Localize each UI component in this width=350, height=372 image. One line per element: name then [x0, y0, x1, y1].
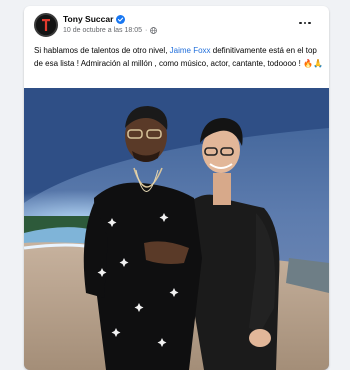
more-dot — [303, 21, 307, 25]
avatar-logo-icon — [36, 15, 56, 35]
more-dot — [308, 21, 311, 25]
verified-badge-icon — [116, 14, 126, 24]
photo-two-men-night — [24, 88, 329, 370]
more-dot — [299, 21, 302, 25]
more-options-button[interactable] — [296, 16, 314, 30]
globe-icon[interactable] — [150, 27, 158, 34]
post-timestamp-link[interactable]: 10 de octubre a las 18:05 — [63, 27, 142, 34]
post-text-start: Si hablamos de talentos de otro nivel, — [34, 46, 170, 55]
author-name-link[interactable]: Tony Succar — [63, 14, 113, 24]
post-body-text: Si hablamos de talentos de otro nivel, J… — [34, 44, 326, 70]
mention-link-jaime-foxx[interactable]: Jaime Foxx — [170, 46, 211, 55]
post-header: Tony Succar 10 de octubre a las 18:05 · — [24, 6, 329, 42]
post-meta: 10 de octubre a las 18:05 · — [63, 27, 158, 34]
post-photo[interactable] — [24, 88, 329, 370]
author-line: Tony Succar — [63, 14, 126, 24]
post-card: Tony Succar 10 de octubre a las 18:05 · … — [24, 6, 329, 370]
author-avatar[interactable] — [34, 13, 58, 37]
meta-separator: · — [145, 27, 148, 34]
